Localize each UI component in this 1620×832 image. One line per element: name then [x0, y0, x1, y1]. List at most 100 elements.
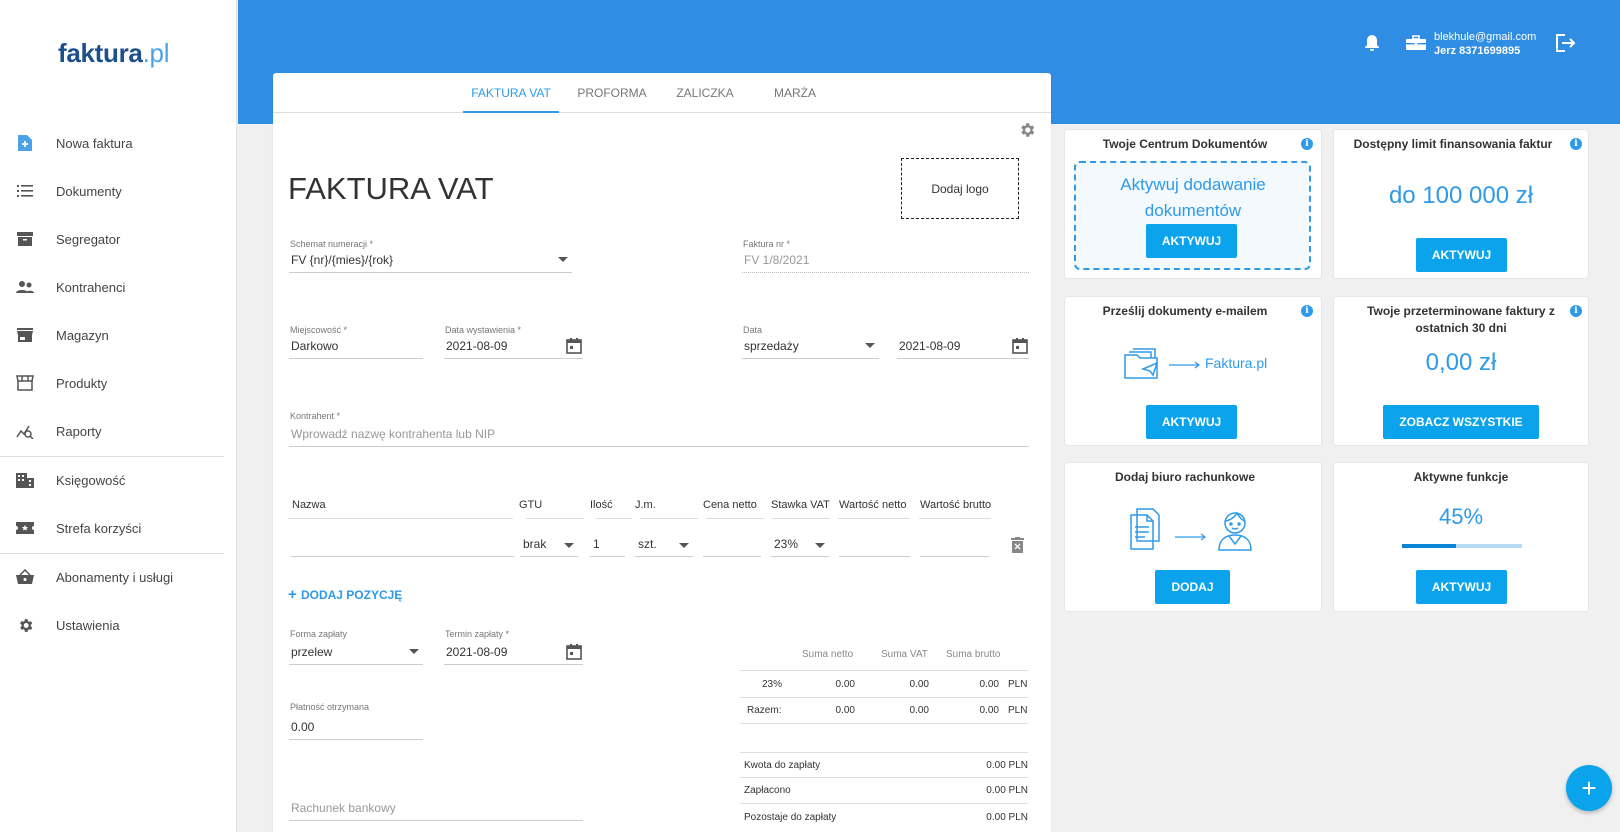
sidebar-item-accounting[interactable]: Księgowość: [0, 458, 237, 502]
logout-icon[interactable]: [1553, 30, 1579, 56]
item-quantity-input[interactable]: 1: [590, 533, 625, 557]
basket-icon: [16, 568, 34, 586]
sidebar-item-label: Księgowość: [56, 472, 126, 488]
settings-gear-icon[interactable]: [1018, 121, 1036, 139]
bank-account-field[interactable]: Rachunek bankowy: [289, 791, 583, 821]
active-features-card: Aktywne funkcje 45% AKTYWUJ: [1334, 463, 1588, 611]
chevron-down-icon: [679, 543, 689, 548]
add-logo-button[interactable]: Dodaj logo: [901, 158, 1019, 219]
email-folder-icon: [1123, 347, 1163, 381]
features-percent: 45%: [1438, 504, 1484, 529]
item-net-price-input[interactable]: [703, 533, 761, 557]
see-all-button[interactable]: ZOBACZ WSZYSTKIE: [1383, 405, 1539, 439]
plus-icon: +: [1581, 773, 1597, 803]
sidebar-item-segregator[interactable]: Segregator: [0, 217, 237, 261]
sidebar-item-reports[interactable]: Raporty: [0, 409, 237, 453]
sidebar-divider: [0, 553, 224, 554]
add-position-button[interactable]: + DODAJ POZYCJĘ: [288, 586, 402, 603]
new-document-icon: [16, 134, 34, 152]
sidebar-item-contractors[interactable]: Kontrahenci: [0, 265, 237, 309]
calendar-icon[interactable]: [566, 644, 582, 660]
overdue-value: 0,00 zł: [1425, 349, 1497, 376]
sidebar-item-settings[interactable]: Ustawienia: [0, 603, 237, 647]
sidebar-item-warehouse[interactable]: Magazyn: [0, 313, 237, 357]
info-icon[interactable]: i: [1570, 138, 1582, 150]
app-logo[interactable]: faktura.pl: [58, 38, 169, 69]
sidebar-item-label: Abonamenty i usługi: [56, 569, 174, 585]
add-fab-button[interactable]: +: [1566, 765, 1612, 811]
summary-header: Suma VAT: [881, 649, 928, 660]
tab-zaliczka[interactable]: ZALICZKA: [665, 73, 745, 113]
item-name-input[interactable]: [291, 533, 514, 557]
plus-icon: +: [288, 586, 301, 603]
column-header: Wartość brutto: [920, 499, 992, 511]
summary-header: Suma netto: [802, 649, 854, 660]
due-date-field[interactable]: Termin zapłaty * 2021-08-09: [444, 629, 583, 665]
item-gtu-select[interactable]: brak: [520, 533, 578, 557]
tab-marza[interactable]: MARŻA: [755, 73, 835, 113]
email-documents-card: Prześlij dokumenty e-mailem i Faktura.pl…: [1065, 297, 1321, 445]
column-header: Ilość: [590, 499, 613, 511]
invoice-number-field[interactable]: Faktura nr * FV 1/8/2021: [742, 239, 1029, 273]
briefcase-icon[interactable]: [1403, 30, 1429, 56]
document-center-card: Twoje Centrum Dokumentów i Aktywuj dodaw…: [1065, 130, 1321, 278]
chevron-down-icon: [815, 543, 825, 548]
sidebar-item-products[interactable]: Produkty: [0, 361, 237, 405]
activate-features-button[interactable]: AKTYWUJ: [1416, 570, 1507, 604]
item-unit-select[interactable]: szt.: [635, 533, 693, 557]
accountant-icon: [1215, 507, 1255, 551]
chevron-down-icon: [409, 649, 419, 654]
delete-icon[interactable]: [1011, 537, 1025, 553]
payment-method-select[interactable]: Forma zapłaty przelew: [289, 629, 423, 665]
activate-document-center-button[interactable]: AKTYWUJ: [1146, 224, 1237, 258]
column-header: Cena netto: [703, 499, 757, 511]
chevron-down-icon: [558, 257, 568, 262]
sidebar-item-label: Dokumenty: [56, 183, 122, 199]
info-icon[interactable]: i: [1301, 138, 1313, 150]
payment-received-field[interactable]: Płatność otrzymana 0.00: [289, 702, 423, 740]
email-target-label: Faktura.pl: [1205, 355, 1268, 371]
gear-icon: [16, 616, 34, 634]
date-type-select[interactable]: Data sprzedaży: [742, 325, 879, 359]
tab-faktura-vat[interactable]: FAKTURA VAT: [463, 73, 559, 113]
sidebar: faktura.pl Nowa faktura Dokumenty Segreg…: [0, 0, 237, 832]
item-gross-value[interactable]: [920, 533, 989, 557]
info-icon[interactable]: i: [1301, 305, 1313, 317]
bell-icon[interactable]: [1359, 30, 1385, 56]
sidebar-item-documents[interactable]: Dokumenty: [0, 169, 237, 213]
contractor-field[interactable]: Kontrahent * Wprowadź nazwę kontrahenta …: [289, 411, 1029, 447]
sidebar-item-benefits[interactable]: Strefa korzyści: [0, 506, 237, 550]
calendar-icon[interactable]: [1012, 338, 1028, 354]
tab-proforma[interactable]: PROFORMA: [568, 73, 656, 113]
invoice-form: FAKTURA VAT PROFORMA ZALICZKA MARŻA FAKT…: [273, 73, 1051, 832]
sidebar-item-label: Produkty: [56, 375, 108, 391]
building-icon: [16, 471, 34, 489]
issue-date-field[interactable]: Data wystawienia * 2021-08-09: [444, 325, 583, 359]
numbering-scheme-select[interactable]: Schemat numeracji * FV {nr}/{mies}/{rok}: [289, 239, 572, 273]
overdue-invoices-card: Twoje przeterminowane faktury z ostatnic…: [1334, 297, 1588, 445]
calendar-icon[interactable]: [566, 338, 582, 354]
sidebar-item-label: Raporty: [56, 423, 102, 439]
city-field[interactable]: Miejscowość * Darkowo: [289, 325, 423, 359]
sale-date-field[interactable]: 2021-08-09: [897, 325, 1029, 359]
people-icon: [16, 278, 34, 296]
invoice-title: FAKTURA VAT: [288, 171, 494, 206]
financing-limit-card: Dostępny limit finansowania faktur i do …: [1334, 130, 1588, 278]
sidebar-item-subscriptions[interactable]: Abonamenty i usługi: [0, 555, 237, 599]
column-header: Wartość netto: [839, 499, 907, 511]
financing-limit-value: do 100 000 zł: [1388, 182, 1534, 209]
activate-email-button[interactable]: AKTYWUJ: [1146, 405, 1237, 439]
add-accounting-office-button[interactable]: DODAJ: [1155, 570, 1230, 604]
archive-icon: [16, 230, 34, 248]
sidebar-item-label: Kontrahenci: [56, 279, 126, 295]
item-vat-select[interactable]: 23%: [771, 533, 829, 557]
arrow-icon: [1175, 528, 1207, 541]
info-icon[interactable]: i: [1570, 305, 1582, 317]
item-net-value[interactable]: [839, 533, 910, 557]
sidebar-item-new-invoice[interactable]: Nowa faktura: [0, 121, 237, 165]
sidebar-item-label: Nowa faktura: [56, 135, 133, 151]
sidebar-item-label: Magazyn: [56, 327, 109, 343]
activate-financing-button[interactable]: AKTYWUJ: [1416, 238, 1507, 272]
chart-search-icon: [16, 422, 34, 440]
user-info[interactable]: blekhule@gmail.com Jerz 8371699895: [1434, 30, 1536, 58]
